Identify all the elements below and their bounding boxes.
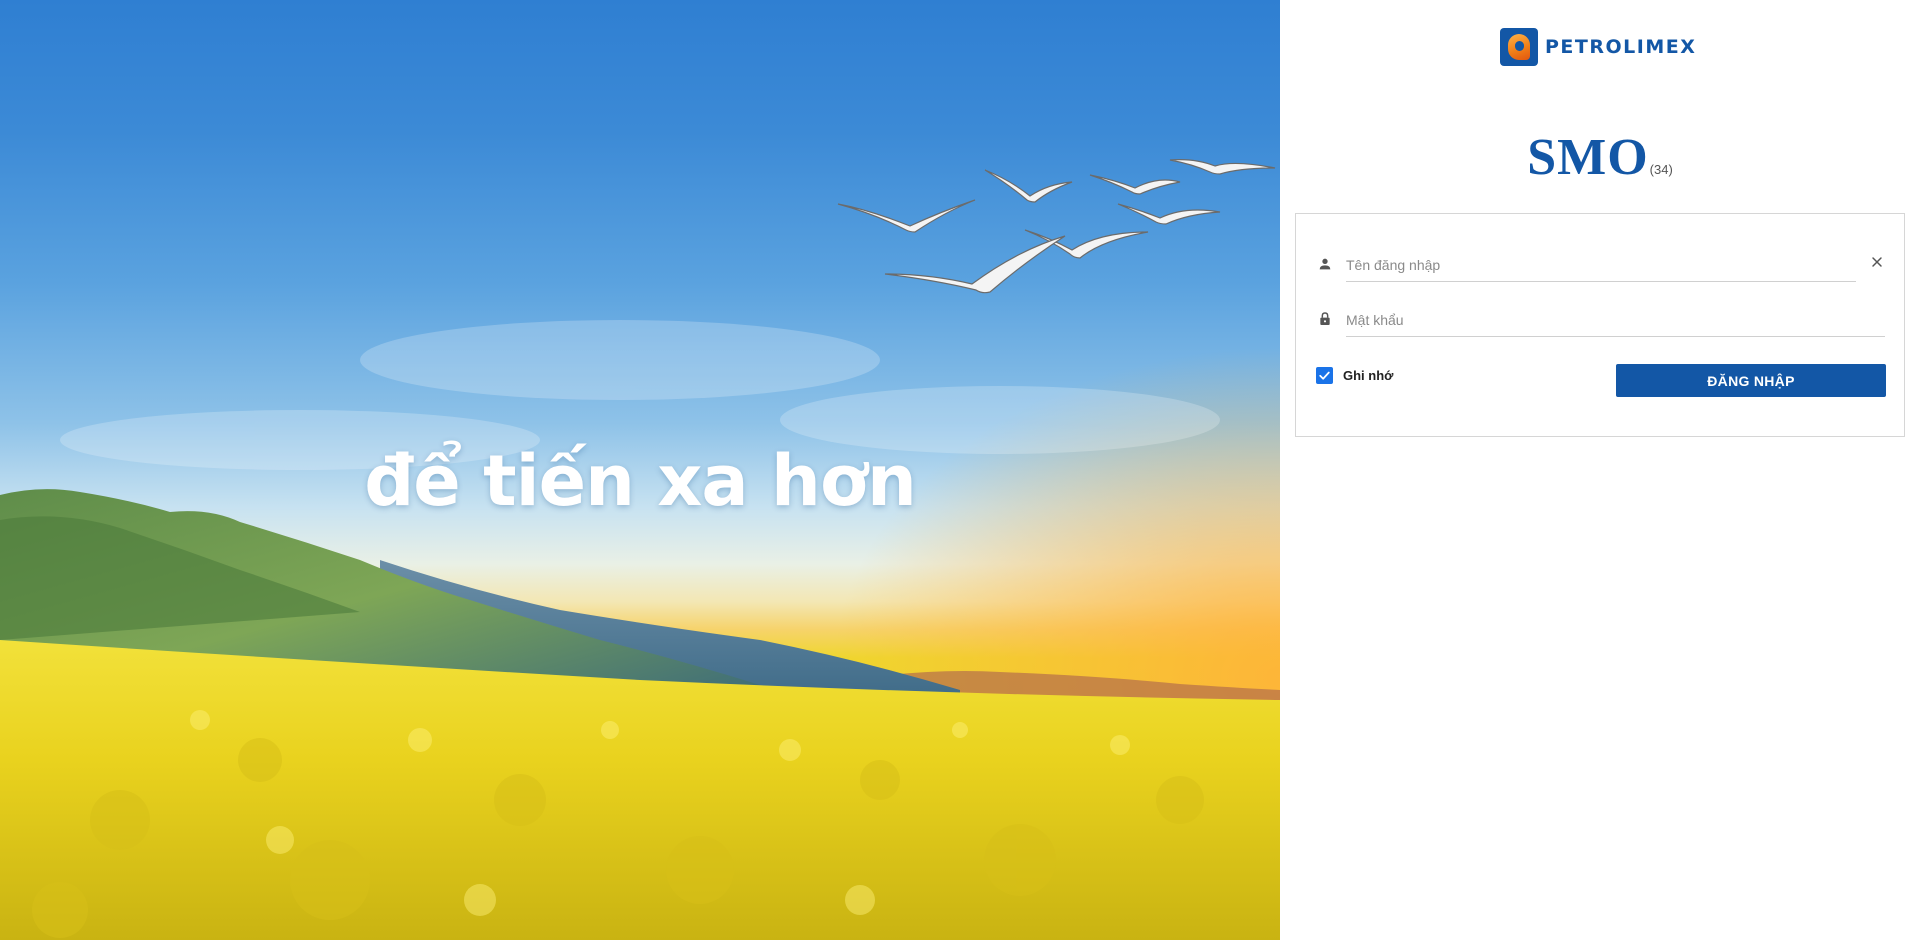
hero-banner: để tiến xa hơn xyxy=(0,0,1280,940)
username-field-row xyxy=(1317,242,1885,282)
hero-slogan: để tiến xa hơn xyxy=(364,440,917,522)
lock-icon xyxy=(1320,312,1330,325)
close-icon[interactable] xyxy=(1869,254,1885,270)
check-icon[interactable] xyxy=(1316,367,1333,384)
password-field-row xyxy=(1317,297,1885,337)
remember-me-checkbox[interactable]: Ghi nhớ xyxy=(1316,367,1393,384)
login-form: Ghi nhớ ĐĂNG NHẬP xyxy=(1295,213,1905,437)
app-version: (34) xyxy=(1649,162,1673,177)
app-title: SMO xyxy=(1527,129,1649,186)
login-panel: PETROLIMEX SMO(34) Tên đăng nhập Ghi nhớ… xyxy=(1280,0,1920,940)
password-input[interactable] xyxy=(1346,297,1885,337)
login-button[interactable]: ĐĂNG NHẬP xyxy=(1616,364,1886,397)
app-title-block: SMO(34) xyxy=(1280,128,1920,187)
petrolimex-logo-icon xyxy=(1500,28,1538,66)
remember-me-label: Ghi nhớ xyxy=(1343,368,1394,383)
brand-name: PETROLIMEX xyxy=(1545,36,1697,58)
user-icon xyxy=(1319,258,1331,270)
username-input[interactable] xyxy=(1346,242,1856,282)
brand-logo: PETROLIMEX xyxy=(1500,28,1696,66)
